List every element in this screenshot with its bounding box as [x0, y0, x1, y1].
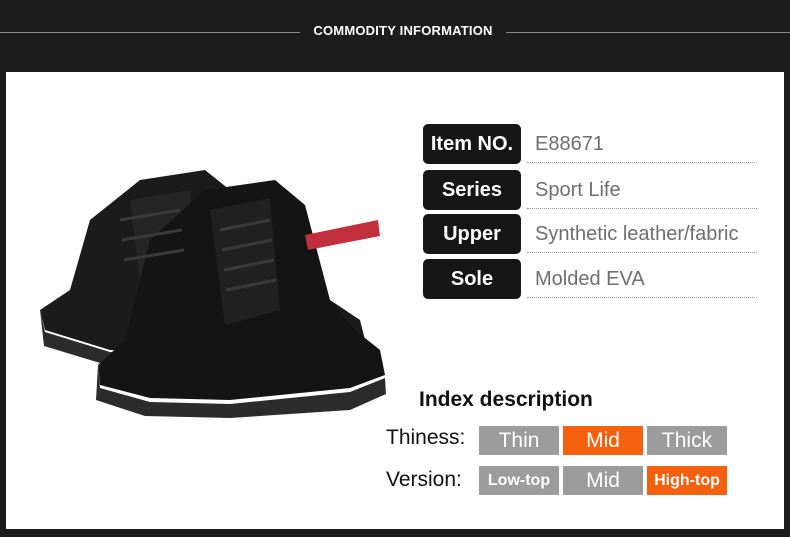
- spec-label-item-no: Item NO.: [423, 124, 521, 164]
- spec-value-sole: Molded EVA: [535, 268, 645, 290]
- spec-row-item-no: Item NO. E88671: [423, 124, 783, 164]
- header-bar: COMMODITY INFORMATION: [0, 0, 790, 71]
- header-title: COMMODITY INFORMATION: [313, 23, 493, 38]
- spec-divider: [527, 162, 757, 163]
- spec-row-series: Series Sport Life: [423, 170, 783, 210]
- spec-row-upper: Upper Synthetic leather/fabric: [423, 214, 783, 254]
- header-divider-left: [0, 32, 300, 33]
- spec-label-upper: Upper: [423, 214, 521, 254]
- spec-value-item-no: E88671: [535, 133, 604, 155]
- header-divider-right: [506, 32, 790, 33]
- shoe-front: [96, 180, 386, 418]
- spec-row-sole: Sole Molded EVA: [423, 259, 783, 299]
- spec-label-sole: Sole: [423, 259, 521, 299]
- index-description-title: Index description: [419, 388, 593, 411]
- spec-value-upper: Synthetic leather/fabric: [535, 223, 739, 245]
- spec-divider: [527, 252, 757, 253]
- thickness-chip-thick: Thick: [647, 426, 727, 455]
- thickness-chip-mid-selected: Mid: [563, 426, 643, 455]
- version-chip-high-top-selected: High-top: [647, 466, 727, 495]
- spec-divider: [527, 208, 757, 209]
- spec-label-series: Series: [423, 170, 521, 210]
- thickness-chip-thin: Thin: [479, 426, 559, 455]
- spec-divider: [527, 297, 757, 298]
- thickness-label: Thiness:: [386, 426, 466, 449]
- version-label: Version:: [386, 468, 462, 491]
- spec-value-series: Sport Life: [535, 179, 621, 201]
- version-chip-mid: Mid: [563, 466, 643, 495]
- version-chip-low-top: Low-top: [479, 466, 559, 495]
- header-pointer: [388, 64, 402, 71]
- product-image-shoes: [40, 170, 386, 418]
